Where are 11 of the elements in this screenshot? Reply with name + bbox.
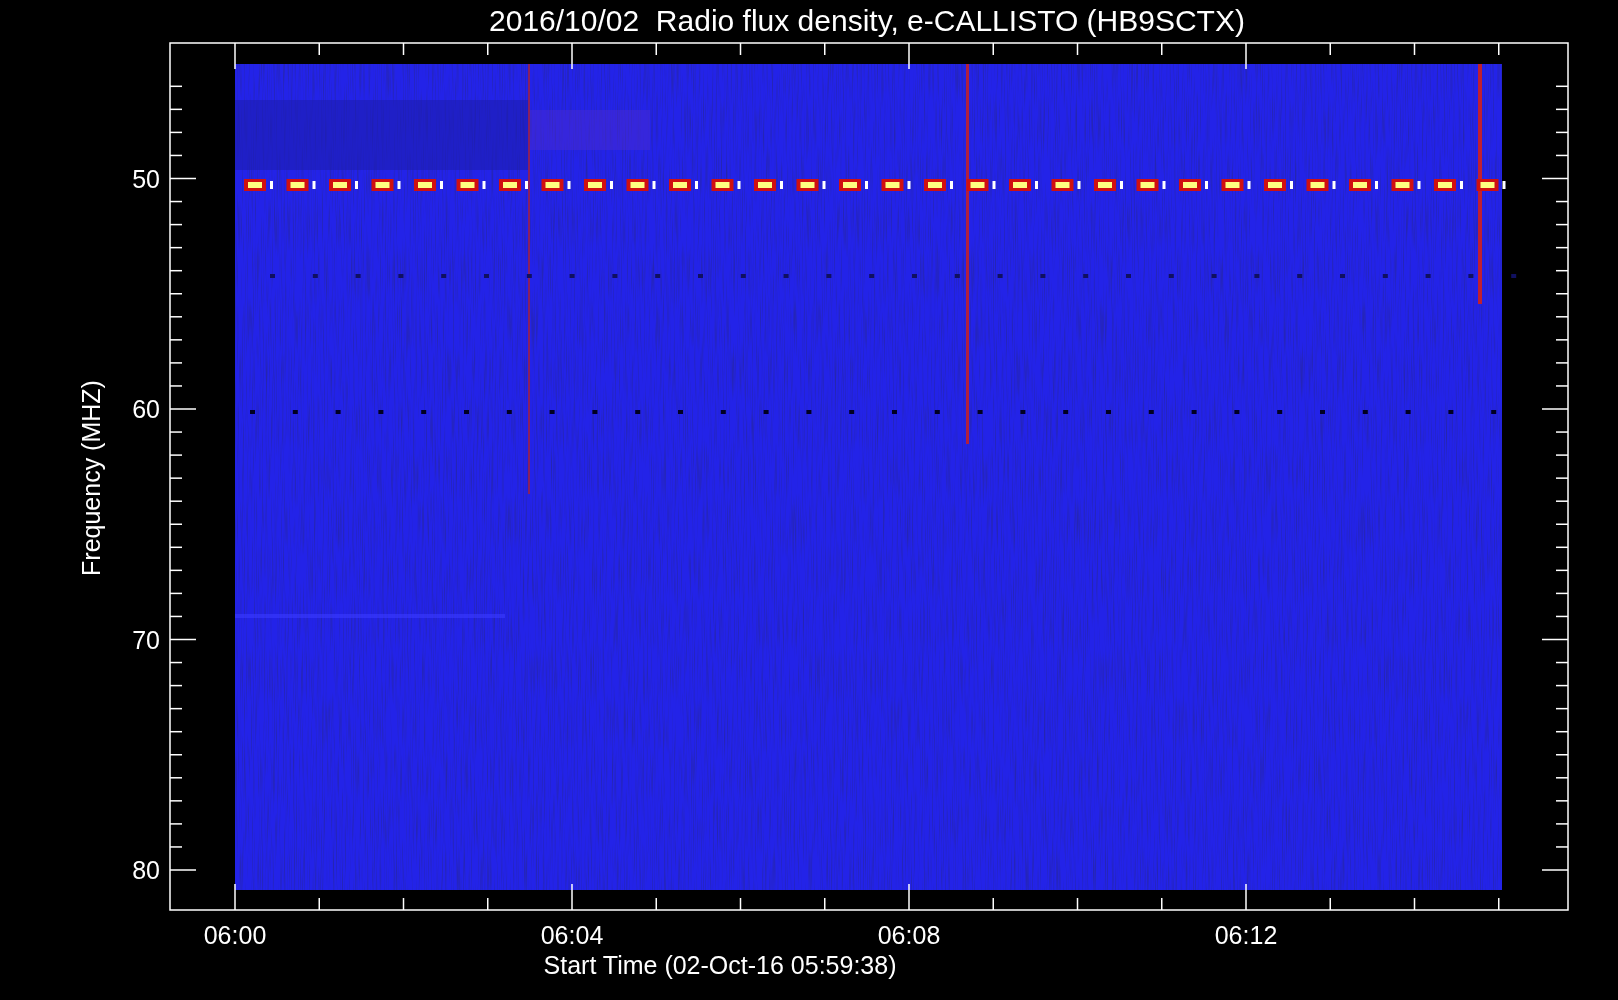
x-axis-label: Start Time (02-Oct-16 05:59:38) bbox=[543, 951, 897, 979]
tick-label: 06:00 bbox=[203, 921, 267, 949]
tick-label: 06:04 bbox=[540, 921, 604, 949]
tick-label: 70 bbox=[132, 625, 160, 654]
plot-title: 2016/10/02 Radio flux density, e-CALLISTO (HB9SCTX) bbox=[489, 4, 1245, 37]
tick-label: 06:08 bbox=[877, 921, 941, 949]
y-axis-label: Frequency (MHZ) bbox=[77, 380, 105, 576]
tick-label: 60 bbox=[132, 395, 160, 423]
tick-label: 50 bbox=[132, 164, 160, 193]
tick-label: 06:12 bbox=[1214, 921, 1278, 949]
tick-label: 80 bbox=[132, 856, 160, 884]
